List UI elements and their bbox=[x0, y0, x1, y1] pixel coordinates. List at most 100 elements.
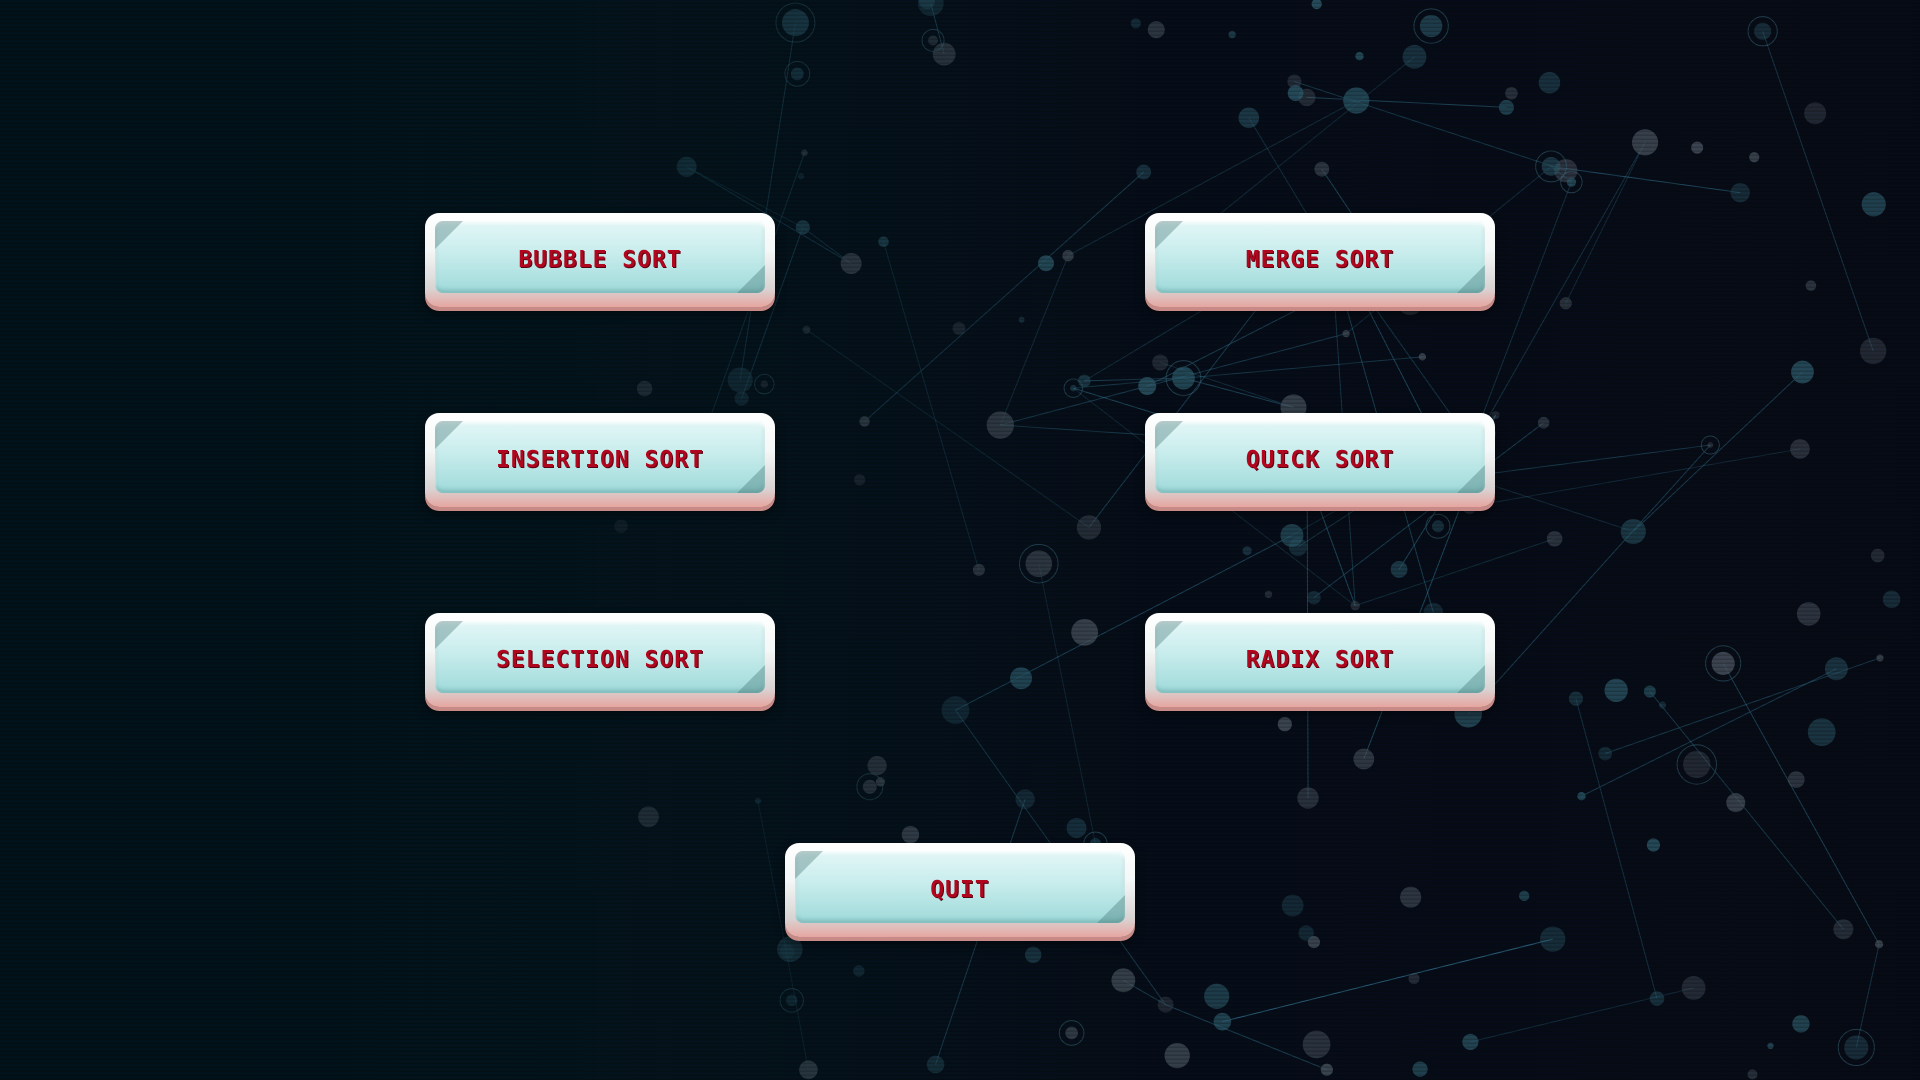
network-node bbox=[1538, 71, 1561, 94]
merge-sort-button[interactable]: MERGE SORT bbox=[1145, 213, 1495, 307]
radix-sort-label: RADIX SORT bbox=[1245, 647, 1395, 673]
quick-sort-button[interactable]: QUICK SORT bbox=[1145, 413, 1495, 507]
network-node bbox=[1844, 1035, 1869, 1060]
bubble-sort-button[interactable]: BUBBLE SORT bbox=[425, 213, 775, 307]
network-node bbox=[917, 0, 944, 17]
network-node bbox=[1518, 890, 1530, 902]
network-node bbox=[1242, 546, 1252, 556]
network-node bbox=[1350, 600, 1360, 611]
network-link bbox=[1762, 31, 1874, 352]
network-node bbox=[867, 756, 887, 776]
network-node bbox=[1505, 86, 1518, 100]
network-node bbox=[1025, 550, 1053, 577]
network-node bbox=[1861, 192, 1886, 217]
network-node bbox=[1311, 0, 1322, 10]
network-node bbox=[1620, 518, 1646, 545]
selection-sort-button[interactable]: SELECTION SORT bbox=[425, 613, 775, 707]
network-node bbox=[1462, 1033, 1479, 1051]
network-node bbox=[1024, 946, 1042, 964]
network-node bbox=[1749, 152, 1760, 163]
radix-sort-button[interactable]: RADIX SORT bbox=[1145, 613, 1495, 707]
network-node bbox=[986, 411, 1015, 439]
network-node bbox=[1136, 164, 1152, 180]
network-node bbox=[1683, 750, 1711, 779]
network-node bbox=[1287, 85, 1304, 101]
network-node bbox=[1767, 1042, 1774, 1050]
network-node bbox=[1577, 792, 1586, 801]
network-node bbox=[853, 965, 865, 977]
network-node bbox=[1418, 353, 1427, 361]
network-node bbox=[1204, 983, 1230, 1009]
network-node bbox=[1281, 894, 1304, 917]
network-node bbox=[862, 779, 877, 794]
network-node bbox=[1787, 771, 1805, 788]
network-node bbox=[1807, 718, 1836, 747]
network-node bbox=[790, 67, 804, 81]
network-link bbox=[864, 171, 1145, 422]
network-node bbox=[1876, 654, 1884, 662]
quit-button[interactable]: QUIT bbox=[785, 843, 1135, 937]
network-node bbox=[1643, 685, 1656, 698]
network-node bbox=[781, 9, 809, 37]
network-node bbox=[1070, 384, 1077, 392]
network-link bbox=[1294, 81, 1567, 172]
network-node bbox=[1754, 22, 1772, 40]
network-node bbox=[1681, 976, 1706, 1000]
network-link bbox=[1165, 1004, 1328, 1071]
network-node bbox=[797, 172, 805, 180]
network-node bbox=[1412, 1061, 1428, 1077]
network-node bbox=[1408, 973, 1420, 985]
network-node bbox=[1631, 129, 1659, 156]
network-node bbox=[1343, 87, 1370, 114]
network-node bbox=[1604, 678, 1628, 703]
network-node bbox=[1541, 157, 1561, 176]
network-node bbox=[1874, 940, 1884, 949]
insertion-sort-label: INSERTION SORT bbox=[496, 447, 704, 473]
network-node bbox=[614, 519, 628, 533]
network-node bbox=[1402, 44, 1427, 69]
network-node bbox=[840, 252, 862, 274]
network-node bbox=[1498, 99, 1514, 115]
network-node bbox=[786, 994, 798, 1007]
network-node bbox=[802, 325, 811, 334]
network-node bbox=[1015, 789, 1035, 809]
network-node bbox=[1707, 442, 1714, 449]
network-node bbox=[1691, 141, 1704, 154]
network-node bbox=[1790, 439, 1810, 459]
network-node bbox=[1130, 18, 1141, 29]
network-node bbox=[1111, 968, 1136, 993]
network-node bbox=[1796, 602, 1821, 626]
network-node bbox=[1726, 793, 1746, 813]
network-node bbox=[1559, 297, 1572, 310]
network-link bbox=[1038, 563, 1096, 844]
network-node bbox=[1076, 515, 1102, 540]
network-node bbox=[1540, 926, 1566, 952]
network-node bbox=[1065, 1026, 1078, 1040]
network-link bbox=[1073, 356, 1423, 389]
network-node bbox=[1598, 746, 1612, 761]
network-node bbox=[932, 42, 956, 66]
merge-sort-label: MERGE SORT bbox=[1245, 247, 1395, 273]
network-link bbox=[999, 255, 1069, 426]
network-node bbox=[1568, 691, 1584, 706]
network-node bbox=[1537, 416, 1550, 429]
network-node bbox=[1157, 996, 1174, 1013]
network-node bbox=[1747, 1069, 1758, 1080]
network-node bbox=[941, 696, 970, 725]
network-node bbox=[1018, 316, 1025, 323]
network-node bbox=[760, 380, 769, 388]
selection-sort-label: SELECTION SORT bbox=[496, 647, 704, 673]
network-node bbox=[1302, 1030, 1331, 1059]
network-node bbox=[1280, 523, 1304, 547]
network-link bbox=[1222, 938, 1553, 1023]
insertion-sort-button[interactable]: INSERTION SORT bbox=[425, 413, 775, 507]
network-link bbox=[883, 241, 980, 571]
network-node bbox=[1805, 280, 1817, 291]
network-node bbox=[1172, 366, 1195, 390]
network-node bbox=[901, 825, 920, 844]
network-node bbox=[676, 156, 697, 177]
network-node bbox=[1353, 748, 1375, 770]
network-node bbox=[1859, 337, 1887, 365]
network-node bbox=[795, 220, 810, 235]
network-node bbox=[1566, 177, 1577, 187]
